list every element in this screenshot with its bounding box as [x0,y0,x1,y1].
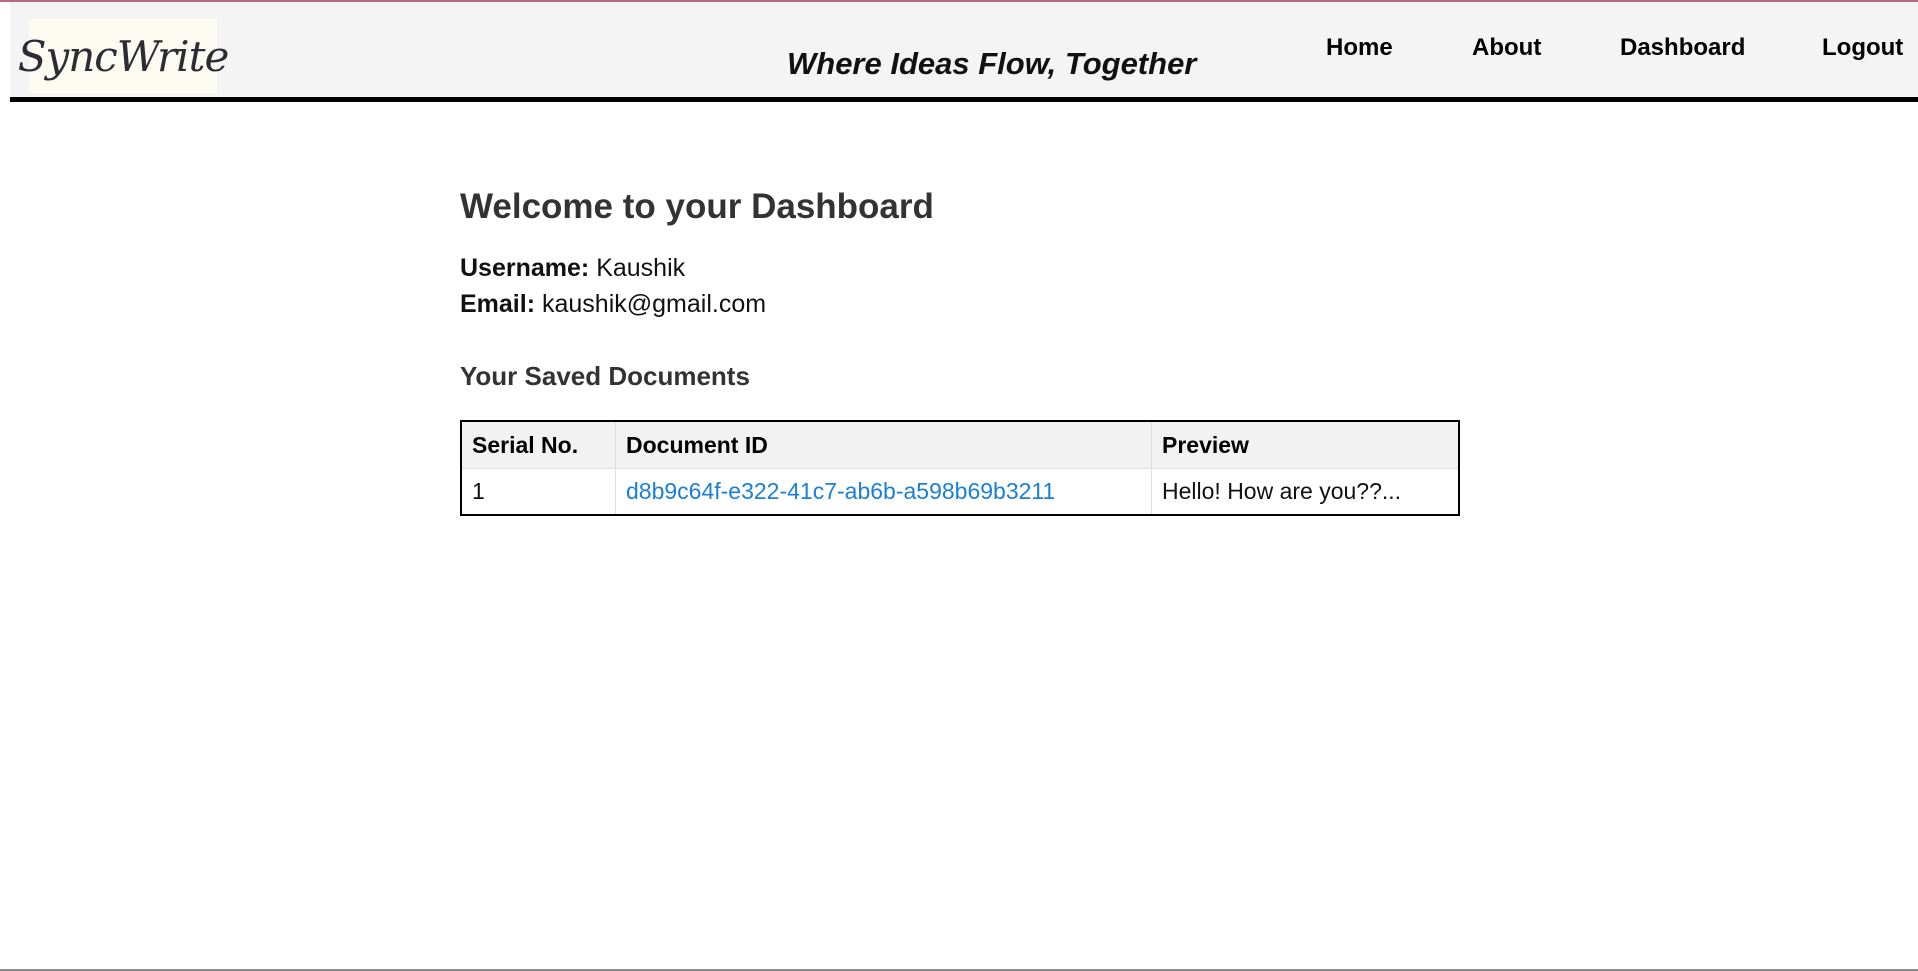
saved-documents-table: Serial No. Document ID Preview 1 d8b9c64… [460,420,1460,516]
table-header-row: Serial No. Document ID Preview [461,421,1459,469]
header-serial-no: Serial No. [461,421,616,469]
header-preview: Preview [1151,421,1459,469]
nav-logout-link[interactable]: Logout [1822,34,1903,62]
username-label: Username: [460,254,590,282]
logo-text: SyncWrite [17,31,230,81]
nav-home-link[interactable]: Home [1326,34,1393,62]
email-value: kaushik@gmail.com [541,290,767,318]
cell-preview: Hello! How are you??... [1162,478,1402,504]
cell-document-id: d8b9c64f-e322-41c7-ab6b-a598b69b3211 [615,468,1152,515]
navbar: SyncWrite Where Ideas Flow, Together Hom… [10,2,1918,102]
syncwrite-logo[interactable]: SyncWrite [18,19,229,93]
cell-serial-no: 1 [461,468,616,515]
page-title: Welcome to your Dashboard [460,187,934,226]
username-value: Kaushik [596,254,686,282]
user-info: Username: Kaushik Email: kaushik@gmail.c… [460,250,1460,322]
email-label: Email: [460,290,536,318]
email-line: Email: kaushik@gmail.com [460,286,1460,322]
username-line: Username: Kaushik [460,250,1460,286]
tagline: Where Ideas Flow, Together [787,46,1197,81]
document-id-link[interactable]: d8b9c64f-e322-41c7-ab6b-a598b69b3211 [626,478,1055,504]
nav-about-link[interactable]: About [1472,34,1541,62]
nav-dashboard-link[interactable]: Dashboard [1620,34,1745,62]
table-row: 1 d8b9c64f-e322-41c7-ab6b-a598b69b3211 H… [461,468,1459,515]
dashboard-main: Welcome to your Dashboard Username: Kaus… [460,182,1460,516]
header-document-id: Document ID [615,421,1152,469]
saved-documents-title: Your Saved Documents [460,361,750,391]
